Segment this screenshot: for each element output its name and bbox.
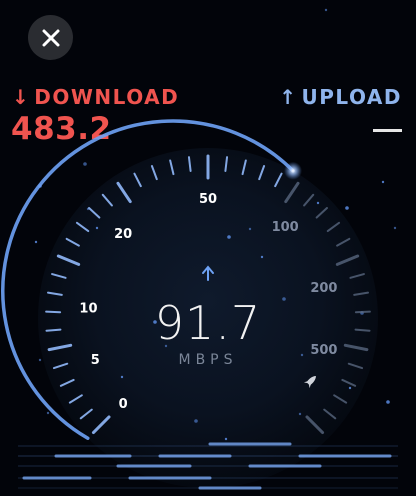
- gauge-minor-tick: [303, 193, 315, 207]
- speedtest-screen: ↓ DOWNLOAD 483.2 ↑ UPLOAD 0 5 10 20 50 100 200 50…: [0, 0, 416, 496]
- gauge-minor-tick: [274, 172, 283, 188]
- gauge-minor-tick: [258, 165, 266, 181]
- gauge-major-tick: [305, 415, 325, 435]
- gauge-major-tick: [91, 415, 111, 435]
- gauge-minor-tick: [336, 237, 351, 247]
- up-arrow-icon: [202, 265, 214, 281]
- gauge-minor-tick: [65, 237, 80, 247]
- gauge-major-tick: [284, 181, 300, 204]
- gauge-minor-tick: [323, 408, 337, 420]
- current-speed-value: 91.7: [154, 296, 262, 350]
- gauge-minor-tick: [341, 378, 357, 387]
- gauge-minor-tick: [79, 408, 93, 420]
- gauge-minor-tick: [326, 221, 341, 233]
- gauge-scale-label: 50: [199, 192, 217, 207]
- gauge-minor-tick: [349, 273, 365, 279]
- gauge-minor-tick: [353, 291, 370, 296]
- gauge-scale-label: 0: [119, 397, 128, 412]
- gauge-minor-tick: [46, 291, 63, 296]
- gauge-minor-tick: [75, 221, 90, 233]
- gauge-minor-tick: [224, 156, 229, 173]
- gauge-minor-tick: [187, 156, 192, 173]
- gauge-major-tick: [335, 254, 360, 266]
- gauge-major-tick: [56, 254, 81, 266]
- speed-gauge: 05102050100200500: [1, 119, 371, 440]
- rocket-icon: [303, 376, 316, 389]
- gauge-progress-glow: [284, 161, 302, 180]
- gauge-minor-tick: [241, 159, 247, 176]
- gauge-minor-tick: [150, 165, 158, 181]
- gauge-scale-label: 200: [310, 281, 337, 296]
- gauge-minor-tick: [59, 378, 75, 387]
- gauge-major-tick: [116, 181, 132, 204]
- gauge-minor-tick: [68, 394, 83, 404]
- gauge-minor-tick: [315, 207, 328, 219]
- speed-unit: MBPS: [178, 352, 238, 368]
- gauge-minor-tick: [88, 207, 101, 219]
- gauge-minor-tick: [333, 394, 348, 404]
- gauge-minor-tick: [169, 159, 175, 176]
- gauge-minor-tick: [101, 193, 113, 207]
- gauge-minor-tick: [133, 172, 142, 188]
- gauge-scale-label: 100: [272, 220, 299, 235]
- gauge-progress-arc: [1, 119, 295, 440]
- gauge-minor-tick: [51, 273, 67, 279]
- gauge-scale-label: 20: [114, 227, 132, 242]
